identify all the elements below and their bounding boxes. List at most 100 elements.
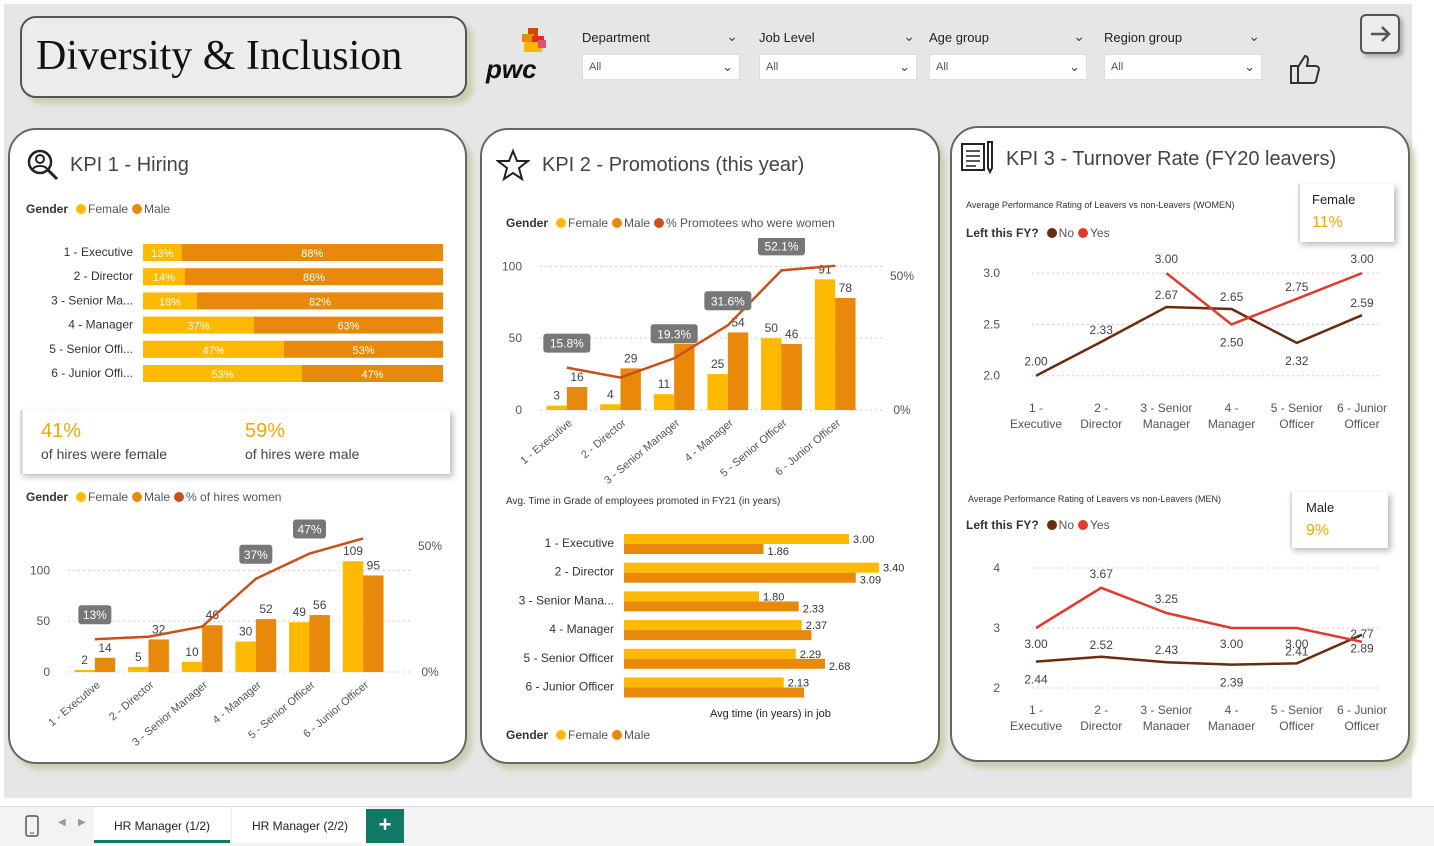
data-label: 3.67 (1090, 567, 1114, 581)
time-in-grade-chart: 1 - Executive 3.00 1.86 2 - Director 3.403.0… (519, 534, 904, 698)
kpi2-panel: KPI 2 - Promotions (this year) Gender Fem… (480, 128, 940, 764)
legend-no-dot (1046, 520, 1057, 530)
legend-female-dot (76, 492, 87, 502)
legend-title: Left this FY? (966, 226, 1039, 240)
hires-summary-card: 41% of hires were female 59% of hires we… (20, 410, 450, 474)
hiring-split-chart: 1 - Executive 13% 88% 2 - Director 14% 86% 3 -… (49, 244, 443, 382)
bar-male (624, 601, 799, 612)
chevron-right-icon[interactable]: ▶ (78, 817, 86, 828)
chevron-down-icon[interactable]: ⌄ (726, 28, 738, 45)
bar-female (128, 666, 149, 672)
x-tick-label: 2 - (1094, 401, 1108, 415)
data-label: 2.50 (1220, 335, 1244, 349)
legend-title: Gender (506, 216, 549, 230)
data-label: 3.40 (883, 563, 904, 575)
chevron-down-icon[interactable]: ⌄ (903, 28, 915, 45)
data-label: 2.75 (1285, 280, 1309, 294)
thumbs-up-icon[interactable] (1288, 52, 1322, 86)
male-hires-label: of hires were male (245, 446, 360, 462)
x-tick-label: 4 - (1225, 401, 1239, 415)
legend-yes-dot (1078, 228, 1089, 238)
x-tick-label: Executive (1010, 417, 1062, 431)
data-label: 2.68 (829, 661, 850, 673)
filter-age-group[interactable]: Age group ⌄ All ⌄ (929, 28, 1087, 80)
legend-pct: % of hires women (186, 490, 282, 504)
filter-value: All (589, 61, 602, 73)
filter-department[interactable]: Department ⌄ All ⌄ (582, 28, 740, 80)
phone-icon[interactable] (24, 815, 40, 837)
bar-female (289, 622, 310, 672)
data-label: 47% (202, 345, 224, 357)
navigate-next-button[interactable] (1360, 14, 1400, 54)
filter-label: Department (582, 30, 650, 45)
filter-job-level[interactable]: Job Level ⌄ All ⌄ (759, 28, 917, 80)
chevron-down-icon[interactable]: ⌄ (1073, 28, 1085, 45)
legend-female: Female (568, 216, 609, 230)
bar-female (624, 677, 784, 688)
filter-dropdown[interactable]: All ⌄ (759, 54, 917, 80)
data-label: 95 (367, 558, 381, 572)
bar-female (814, 279, 836, 410)
data-label: 50 (765, 321, 779, 335)
data-label: 5 (135, 650, 142, 664)
data-label: 82% (309, 296, 331, 308)
x-tick-label: Officer (1344, 719, 1379, 730)
bar-male (566, 387, 588, 410)
category-label: 5 - Senior Offi... (49, 342, 133, 356)
data-label: 2 (81, 653, 88, 667)
chevron-left-icon[interactable]: ◀ (58, 817, 66, 828)
x-tick-label: 1 - (1029, 703, 1043, 717)
bar-female (546, 405, 567, 410)
bar-male (202, 625, 223, 672)
data-label: 3.00 (1350, 252, 1374, 266)
legend-female-dot (76, 204, 87, 214)
filter-dropdown[interactable]: All ⌄ (582, 54, 740, 80)
data-label: 29 (624, 351, 638, 365)
bar-male (624, 630, 812, 641)
category-label: 4 - Manager (549, 622, 614, 636)
legend-no: No (1058, 518, 1075, 532)
arrow-right-icon (1371, 26, 1391, 42)
kpi3-panel: KPI 3 - Turnover Rate (FY20 leavers) Ave… (950, 126, 1410, 762)
tab-hr-manager-2[interactable]: HR Manager (2/2) (232, 807, 369, 843)
data-label: 54 (731, 315, 745, 329)
kpi2-legend-bottom: Gender Female Male (506, 728, 650, 742)
kpi2-legend-top: Gender Female Male % Promotees who were wom… (506, 216, 835, 230)
chevron-down-icon[interactable]: ⌄ (1248, 28, 1260, 45)
line-no (1035, 305, 1363, 377)
kpi3-title: KPI 3 - Turnover Rate (FY20 leavers) (1006, 148, 1337, 170)
y-tick-label: 4 (993, 561, 1000, 575)
legend-female: Female (88, 202, 129, 216)
bar-female (624, 534, 849, 544)
hires-chart: 0501000%50%2141 - Executive5322 - Direct… (30, 519, 442, 749)
data-label: 63% (337, 321, 359, 333)
filter-dropdown[interactable]: All ⌄ (1104, 54, 1262, 80)
chevron-down-icon: ⌄ (1244, 59, 1255, 74)
data-label: 2.43 (1155, 643, 1179, 657)
legend-pct-dot (174, 492, 185, 502)
category-label: 2 - Director (107, 679, 157, 723)
tab-hr-manager-1[interactable]: HR Manager (1/2) (94, 807, 231, 843)
filter-value: All (936, 61, 949, 73)
bar-female (181, 661, 203, 672)
pwc-logo: pwc (485, 28, 546, 84)
data-label: 2.44 (1024, 673, 1048, 687)
star-icon (496, 148, 530, 182)
filter-dropdown[interactable]: All ⌄ (929, 54, 1087, 80)
bar-male (148, 639, 169, 672)
bar-female (624, 591, 759, 602)
data-label: 3.00 (1285, 637, 1309, 651)
category-label: 2 - Director (579, 417, 629, 461)
add-page-button[interactable]: + (366, 809, 404, 843)
time-in-grade-xlabel: Avg time (in years) in job (710, 708, 831, 720)
bar-male (624, 658, 825, 669)
data-label: 2.32 (1285, 354, 1309, 368)
legend-male: Male (144, 202, 171, 216)
female-hires-value: 41% (41, 420, 82, 442)
category-label: 3 - Senior Mana... (519, 593, 614, 607)
x-tick-label: 4 - (1225, 703, 1239, 717)
filter-region-group[interactable]: Region group ⌄ All ⌄ (1104, 28, 1262, 80)
bar-male (674, 343, 695, 410)
filter-value: All (1111, 61, 1124, 73)
data-label: 46 (785, 327, 799, 341)
